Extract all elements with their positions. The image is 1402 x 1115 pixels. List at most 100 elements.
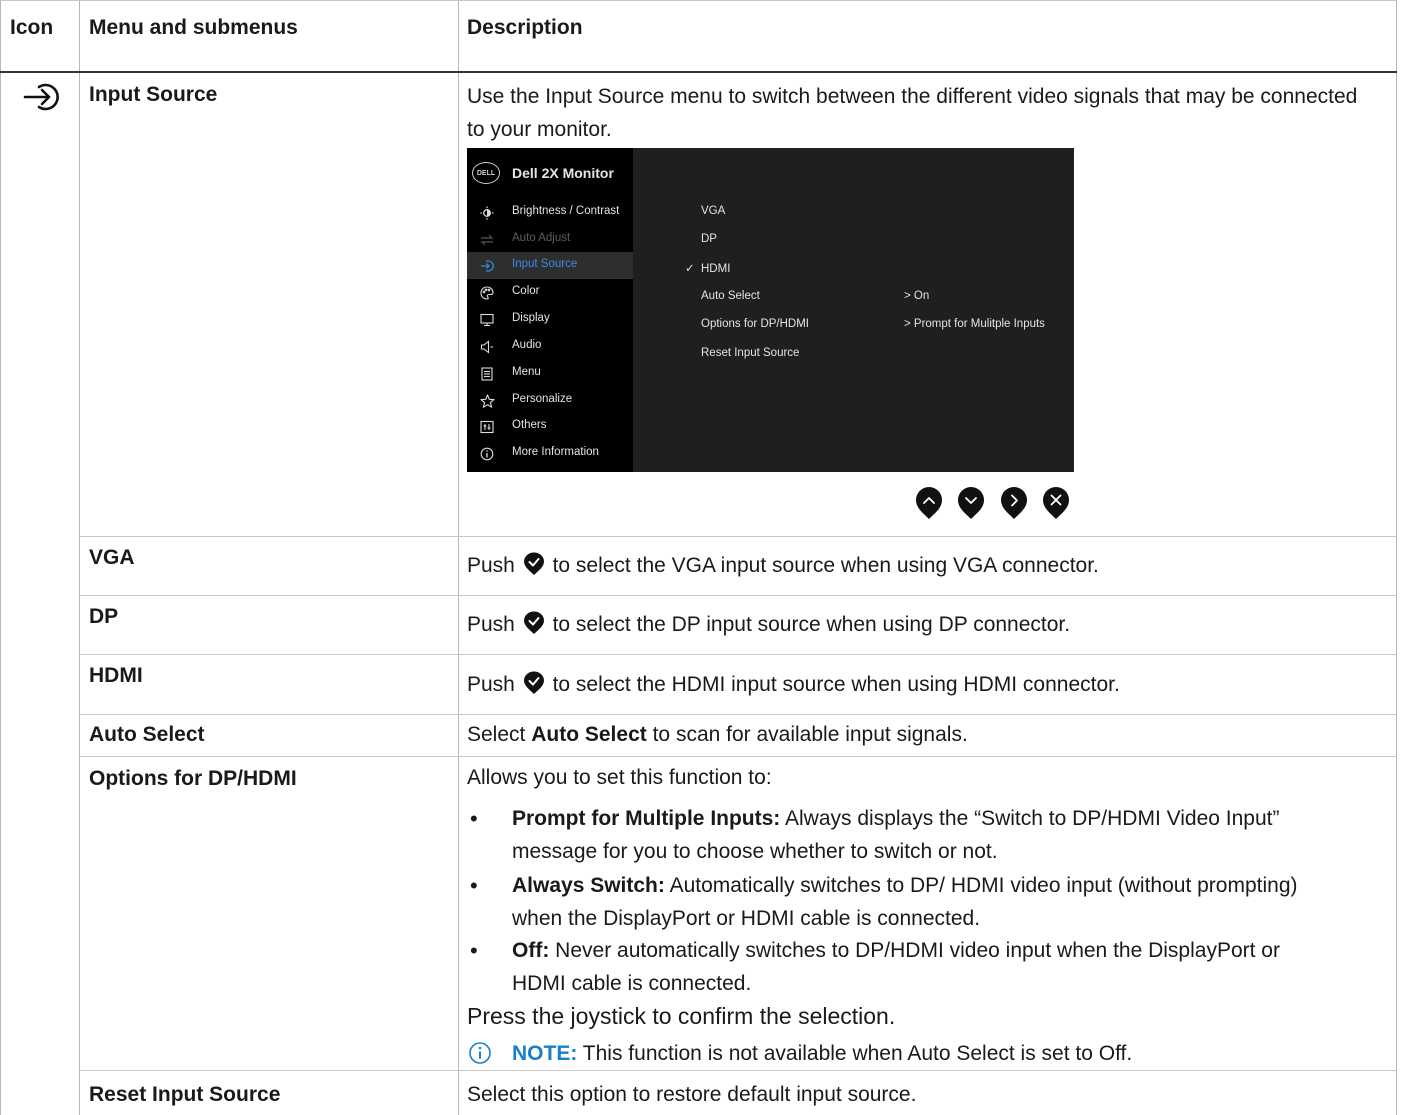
up-button-icon [914,486,944,520]
note-text: This function is not available when Auto… [582,1042,1133,1065]
desc-options-intro: Allows you to set this function to: [467,766,772,789]
input-source-icon [479,258,495,274]
table-border-right [1396,0,1397,1115]
desc-vga: Push to select the VGA input source when… [467,549,1099,582]
others-icon [479,419,495,435]
menu-icon [479,366,495,382]
row-divider [79,714,1397,715]
desc-reset-input-source: Select this option to restore default in… [467,1083,917,1106]
color-icon [479,285,495,301]
option-off: Off: Never automatically switches to DP/… [512,934,1392,1000]
menu-reset-input-source: Reset Input Source [89,1083,281,1106]
osd-item-audio: Audio [467,333,633,360]
osd-item-more-information: More Information [467,440,633,467]
menu-vga: VGA [89,546,135,569]
osd-option-auto-select-value: > On [904,290,930,302]
osd-item-label: Audio [512,339,542,351]
option-always-switch: Always Switch: Automatically switches to… [512,869,1392,935]
row-divider [79,1070,1397,1071]
table-border-left [0,0,1,1115]
osd-item-label: Menu [512,366,541,378]
desc-bold: Auto Select [531,723,647,746]
option-prompt: Prompt for Multiple Inputs: Always displ… [512,802,1392,868]
option-text: when the DisplayPort or HDMI cable is co… [512,907,981,930]
row-divider [79,595,1397,596]
row-divider [79,536,1397,537]
menu-options-dp-hdmi: Options for DP/HDMI [89,767,297,790]
menu-auto-select: Auto Select [89,723,205,746]
osd-item-label: More Information [512,446,599,458]
osd-title: Dell 2X Monitor [512,165,614,181]
osd-item-display: Display [467,306,633,333]
option-label: Off: [512,939,550,962]
osd-item-label: Brightness / Contrast [512,205,620,217]
osd-option-auto-select: Auto Select [701,290,760,302]
option-text: Never automatically switches to DP/HDMI … [555,939,1280,962]
exit-button-icon [1041,486,1071,520]
osd-item-label: Color [512,285,540,297]
osd-item-others: Others [467,413,633,440]
option-label: Always Switch: [512,874,665,897]
input-source-icon [22,80,66,114]
desc-text: to select the HDMI input source when usi… [552,673,1120,696]
option-label: Prompt for Multiple Inputs: [512,807,781,830]
row-divider [79,756,1397,757]
option-text: Always displays the “Switch to DP/HDMI V… [785,807,1280,830]
osd-item-personalize: Personalize [467,387,633,414]
osd-item-brightness: Brightness / Contrast [467,199,633,226]
osd-item-color: Color [467,279,633,306]
confirm-text: Press the joystick to confirm the select… [467,1003,896,1029]
bullet-icon: • [470,806,478,831]
osd-item-menu: Menu [467,360,633,387]
row-divider [79,654,1397,655]
osd-item-label: Input Source [512,258,578,270]
display-icon [479,312,495,328]
option-text: message for you to choose whether to swi… [512,840,998,863]
osd-option-hdmi-row: ✓ HDMI [685,261,730,275]
osd-item-label: Personalize [512,393,573,405]
down-button-icon [956,486,986,520]
menu-input-source: Input Source [89,83,218,106]
table-border-desc-col [458,0,459,1115]
bullet-icon: • [470,873,478,898]
osd-option-dp-hdmi: Options for DP/HDMI [701,318,809,330]
desc-dp: Push to select the DP input source when … [467,608,1070,641]
push-label: Push [467,613,515,636]
push-label: Push [467,673,515,696]
osd-menu-screenshot: DELL Dell 2X Monitor Brightness / Contra… [467,148,1074,472]
osd-item-label: Auto Adjust [512,232,571,244]
desc-text: to scan for available input signals. [652,723,968,746]
header-divider [0,71,1397,73]
auto-adjust-icon [479,232,495,248]
option-text: Automatically switches to DP/ HDMI video… [669,874,1298,897]
note: NOTE: This function is not available whe… [512,1037,1132,1070]
note-info-icon [468,1041,492,1065]
desc-text: to select the DP input source when using… [552,613,1071,636]
checkmark-icon: ✓ [685,263,695,275]
info-icon [479,446,495,462]
desc-text: to select the VGA input source when usin… [552,554,1099,577]
bullet-icon: • [470,938,478,963]
header-icon: Icon [10,16,54,39]
osd-option-hdmi: HDMI [701,263,731,275]
brightness-icon [479,205,495,221]
dell-logo: DELL [472,162,500,184]
desc-hdmi: Push to select the HDMI input source whe… [467,668,1120,701]
osd-item-auto-adjust: Auto Adjust [467,226,633,253]
confirm-button-icon [523,671,544,694]
header-menu: Menu and submenus [89,16,298,39]
osd-item-label: Display [512,312,550,324]
header-description: Description [467,16,583,39]
push-label: Push [467,554,515,577]
osd-option-vga: VGA [701,205,726,217]
table-border-icon-col-header [79,0,80,72]
desc-text: Select [467,723,526,746]
star-icon [479,393,495,409]
table-border-icon-col [79,536,80,1115]
menu-dp: DP [89,605,119,628]
option-text: HDMI cable is connected. [512,972,752,995]
osd-item-input-source: Input Source [467,252,633,279]
osd-item-label: Others [512,419,547,431]
table-border-top [0,0,1397,1]
menu-hdmi: HDMI [89,664,143,687]
